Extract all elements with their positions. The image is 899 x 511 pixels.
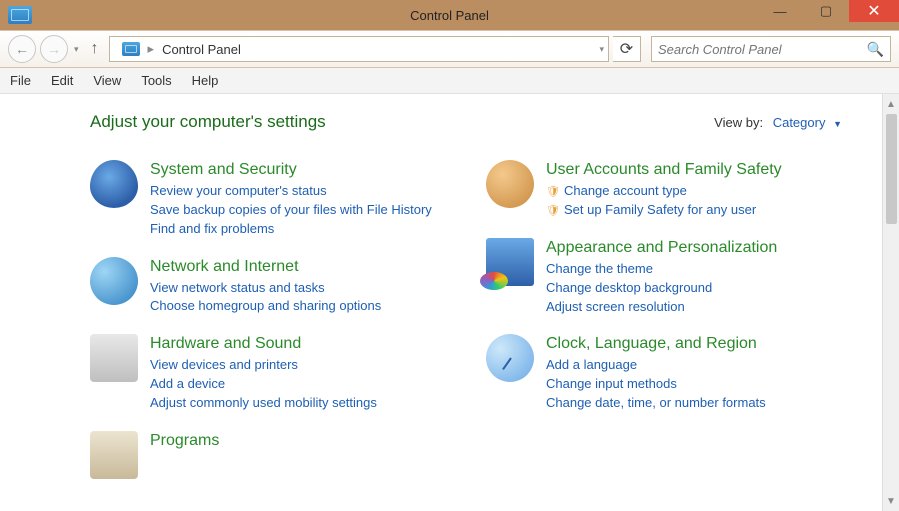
category-appearance: Appearance and Personalization Change th… (486, 238, 842, 317)
category-title[interactable]: System and Security (150, 160, 446, 180)
category-link[interactable]: Choose homegroup and sharing options (150, 297, 446, 316)
titlebar[interactable]: Control Panel — ▢ ✕ (0, 0, 899, 30)
category-link[interactable]: Change date, time, or number formats (546, 394, 842, 413)
history-dropdown-icon[interactable]: ▾ (74, 44, 79, 55)
content-scroll: Adjust your computer's settings View by:… (0, 94, 882, 511)
view-by-label: View by: (714, 115, 763, 130)
back-button[interactable]: ← (8, 35, 36, 63)
window-title: Control Panel (0, 8, 899, 23)
menu-file[interactable]: File (10, 73, 31, 88)
search-input[interactable] (658, 42, 867, 57)
breadcrumb-separator-icon: ▸ (148, 41, 155, 57)
menu-help[interactable]: Help (192, 73, 219, 88)
search-box[interactable]: 🔍 (651, 36, 891, 62)
category-link[interactable]: Change the theme (546, 260, 842, 279)
view-by: View by: Category ▼ (714, 115, 842, 130)
scroll-down-icon[interactable]: ▼ (886, 493, 896, 509)
category-title[interactable]: User Accounts and Family Safety (546, 160, 842, 180)
forward-button[interactable]: → (40, 35, 68, 63)
category-link[interactable]: Change account type (546, 182, 842, 201)
category-link[interactable]: Add a language (546, 356, 842, 375)
category-network-internet: Network and Internet View network status… (90, 257, 446, 317)
category-user-accounts: User Accounts and Family Safety Change a… (486, 160, 842, 220)
category-columns: System and Security Review your computer… (90, 160, 842, 479)
category-title[interactable]: Clock, Language, and Region (546, 334, 842, 354)
scroll-thumb[interactable] (886, 114, 897, 224)
category-link[interactable]: Adjust screen resolution (546, 298, 842, 317)
category-link[interactable]: Add a device (150, 375, 446, 394)
menu-bar: File Edit View Tools Help (0, 68, 899, 94)
menu-view[interactable]: View (93, 73, 121, 88)
programs-icon (90, 431, 138, 479)
category-clock-language-region: Clock, Language, and Region Add a langua… (486, 334, 842, 413)
chevron-down-icon[interactable]: ▼ (833, 119, 842, 129)
category-link[interactable]: Set up Family Safety for any user (546, 201, 842, 220)
view-by-value[interactable]: Category (773, 115, 826, 130)
category-programs: Programs (90, 431, 446, 479)
navigation-toolbar: ← → ▾ ↑ ▸ Control Panel ▾ ⟳ 🔍 (0, 30, 899, 68)
printer-icon (90, 334, 138, 382)
category-title[interactable]: Hardware and Sound (150, 334, 446, 354)
left-column: System and Security Review your computer… (90, 160, 446, 479)
category-link[interactable]: Save backup copies of your files with Fi… (150, 201, 446, 220)
category-link[interactable]: Adjust commonly used mobility settings (150, 394, 446, 413)
scroll-up-icon[interactable]: ▲ (886, 96, 896, 112)
category-link[interactable]: Change desktop background (546, 279, 842, 298)
address-icon (122, 42, 140, 56)
address-bar[interactable]: ▸ Control Panel ▾ (109, 36, 609, 62)
clock-icon (486, 334, 534, 382)
control-panel-window: Control Panel — ▢ ✕ ← → ▾ ↑ ▸ Control Pa… (0, 0, 899, 511)
shield-icon (90, 160, 138, 208)
up-button[interactable]: ↑ (91, 40, 99, 58)
category-hardware-sound: Hardware and Sound View devices and prin… (90, 334, 446, 413)
breadcrumb-item[interactable]: Control Panel (162, 42, 241, 57)
category-link[interactable]: Find and fix problems (150, 220, 446, 239)
content-header: Adjust your computer's settings View by:… (90, 112, 842, 132)
category-link[interactable]: Review your computer's status (150, 182, 446, 201)
category-link[interactable]: View network status and tasks (150, 279, 446, 298)
address-dropdown-icon[interactable]: ▾ (599, 44, 604, 55)
page-heading: Adjust your computer's settings (90, 112, 326, 132)
category-link[interactable]: Change input methods (546, 375, 842, 394)
appearance-icon (486, 238, 534, 286)
category-title[interactable]: Programs (150, 431, 446, 451)
globe-icon (90, 257, 138, 305)
search-icon[interactable]: 🔍 (867, 41, 884, 58)
category-system-security: System and Security Review your computer… (90, 160, 446, 239)
users-icon (486, 160, 534, 208)
category-title[interactable]: Appearance and Personalization (546, 238, 842, 258)
vertical-scrollbar[interactable]: ▲ ▼ (882, 94, 899, 511)
menu-tools[interactable]: Tools (141, 73, 171, 88)
refresh-button[interactable]: ⟳ (613, 36, 641, 62)
category-title[interactable]: Network and Internet (150, 257, 446, 277)
right-column: User Accounts and Family Safety Change a… (486, 160, 842, 479)
content-area: Adjust your computer's settings View by:… (0, 94, 899, 511)
menu-edit[interactable]: Edit (51, 73, 73, 88)
category-link[interactable]: View devices and printers (150, 356, 446, 375)
